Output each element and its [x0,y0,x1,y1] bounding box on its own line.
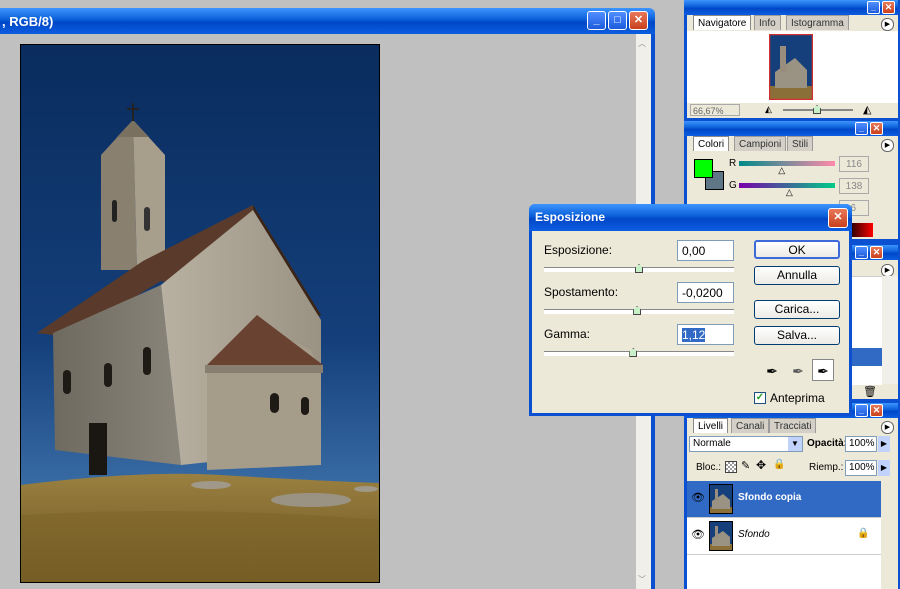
layers-close-button[interactable]: ✕ [870,404,883,417]
tab-navigatore[interactable]: Navigatore [693,15,752,30]
scroll-up-arrow[interactable]: ︿ [638,38,646,49]
layers-panel: _ ✕ Livelli Canali Tracciati ▶ Normale ▼… [684,403,898,589]
zoom-out-icon[interactable]: ◭ [765,104,772,115]
r-channel-label: R [729,158,737,169]
layer-thumbnail [709,484,733,514]
history-scrollbar[interactable] [882,276,898,384]
tab-campioni[interactable]: Campioni [734,136,787,151]
lock-all-icon[interactable]: 🔒 [773,459,785,470]
scroll-down-arrow[interactable]: ﹀ [638,574,646,585]
exposure-input[interactable]: 0,00 [677,240,734,261]
gamma-slider[interactable] [544,351,734,356]
gamma-value-selected: 1,12 [682,328,706,342]
navigator-close-button[interactable]: ✕ [882,1,895,14]
dialog-title: Esposizione [535,210,606,224]
navigator-minimize-button[interactable]: _ [867,1,880,14]
r-channel-slider[interactable] [739,161,835,166]
close-button[interactable]: ✕ [629,11,648,30]
r-channel-thumb-icon[interactable]: △ [778,166,785,175]
colors-close-button[interactable]: ✕ [870,122,883,135]
trash-icon[interactable]: 🗑 [863,385,877,398]
tab-istogramma[interactable]: Istogramma [786,15,849,30]
layer-row-sfondo-copia[interactable]: 👁 Sfondo copia [687,481,881,518]
opacity-arrow-icon[interactable]: ▶ [878,436,890,452]
gamma-label: Gamma: [544,327,591,341]
fill-arrow-icon[interactable]: ▶ [878,460,890,476]
navigator-footer: 66,67% ◭ ◭ [687,103,898,118]
gamma-slider-thumb[interactable] [629,348,638,357]
navigator-panel-titlebar[interactable] [684,0,898,15]
save-button[interactable]: Salva... [754,326,840,345]
offset-slider-thumb[interactable] [633,306,642,315]
exposure-slider-thumb[interactable] [635,264,643,273]
exposure-label: Esposizione: [544,243,613,257]
tab-stili[interactable]: Stili [787,136,814,151]
dialog-body: Esposizione: 0,00 Spostamento: -0,0200 G… [532,231,849,413]
layer-thumbnail [709,521,733,551]
blend-mode-dropdown-icon[interactable]: ▼ [788,437,802,451]
foreground-swatch[interactable] [694,159,713,178]
document-title-bar[interactable]: , RGB/8) _ □ ✕ [0,8,655,34]
lock-label: Bloc.: [696,462,722,473]
g-channel-thumb-icon[interactable]: △ [786,188,793,197]
visibility-eye-icon[interactable]: 👁 [691,491,705,504]
black-eyedropper-icon[interactable]: ✒ [762,361,782,381]
layer-name[interactable]: Sfondo copia [738,492,801,503]
layers-tab-strip: Livelli Canali Tracciati ▶ [687,418,898,434]
navigator-tab-strip: Navigatore Info Istogramma ▶ [687,15,898,31]
g-channel-label: G [729,180,737,191]
fill-label: Riemp.: [809,462,844,473]
tab-livelli[interactable]: Livelli [693,418,729,433]
colors-minimize-button[interactable]: _ [855,122,868,135]
preview-checkbox[interactable]: ✓ [754,392,766,404]
dialog-title-bar[interactable]: Esposizione ✕ [529,204,852,231]
fill-field[interactable]: 100% [845,460,877,476]
lock-transparency-icon[interactable] [725,461,737,473]
cancel-button[interactable]: Annulla [754,266,840,285]
exposure-dialog: Esposizione ✕ Esposizione: 0,00 Spostame… [529,204,852,416]
opacity-label: Opacità: [807,438,848,449]
g-channel-value[interactable]: 138 [839,178,869,194]
gray-eyedropper-icon[interactable]: ✒ [788,361,808,381]
preview-label[interactable]: Anteprima [770,391,825,405]
zoom-in-icon[interactable]: ◭ [863,103,871,116]
navigator-menu-icon[interactable]: ▶ [881,18,894,31]
tab-tracciati[interactable]: Tracciati [769,418,817,433]
lock-position-icon[interactable]: ✥ [756,458,766,472]
photo-border [20,44,380,583]
r-channel-value[interactable]: 116 [839,156,869,172]
offset-label: Spostamento: [544,285,619,299]
ok-button[interactable]: OK [754,240,840,259]
dialog-close-button[interactable]: ✕ [828,208,848,228]
blend-mode-value: Normale [693,438,731,449]
maximize-button[interactable]: □ [608,11,627,30]
tab-colori[interactable]: Colori [693,136,730,151]
document-title: , RGB/8) [2,14,54,29]
visibility-eye-icon[interactable]: 👁 [691,528,705,541]
tab-info[interactable]: Info [754,15,781,30]
navigator-zoom-field[interactable]: 66,67% [690,104,740,116]
opacity-field[interactable]: 100% [845,436,877,452]
blend-mode-select[interactable]: Normale ▼ [689,436,803,452]
colors-tab-strip: Colori Campioni Stili ▶ [687,136,898,152]
lock-pixels-icon[interactable]: ✎ [741,459,750,472]
navigator-panel: _ ✕ Navigatore Info Istogramma ▶ 66,67% … [684,0,898,118]
offset-input[interactable]: -0,0200 [677,282,734,303]
navigator-thumbnail[interactable] [769,34,813,100]
layer-lock-icon: 🔒 [857,528,870,539]
layers-menu-icon[interactable]: ▶ [881,421,894,434]
layer-row-sfondo[interactable]: 👁 Sfondo 🔒 [687,518,881,555]
layer-name[interactable]: Sfondo [738,529,770,540]
history-close-button[interactable]: ✕ [870,246,883,259]
navigator-zoom-thumb[interactable] [813,105,821,114]
layers-minimize-button[interactable]: _ [855,404,868,417]
white-eyedropper-icon[interactable]: ✒ [812,359,834,381]
colors-menu-icon[interactable]: ▶ [881,139,894,152]
tab-canali[interactable]: Canali [731,418,770,433]
minimize-button[interactable]: _ [587,11,606,30]
layers-scrollbar[interactable] [881,481,898,589]
gamma-input[interactable]: 1,12 [677,324,734,345]
history-minimize-button[interactable]: _ [855,246,868,259]
load-button[interactable]: Carica... [754,300,840,319]
